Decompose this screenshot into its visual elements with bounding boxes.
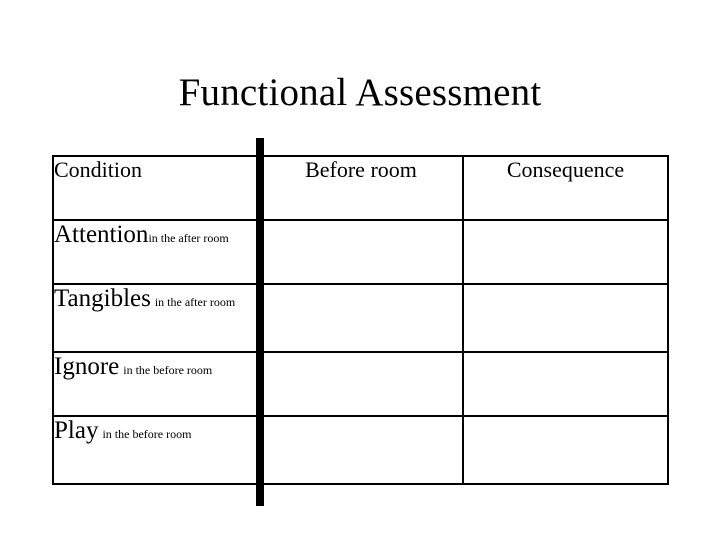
table-row: Play in the before room — [52, 415, 669, 485]
cell-before-room-play[interactable] — [258, 415, 464, 485]
column-header-consequence: Consequence — [462, 155, 669, 221]
cell-condition-play: Play in the before room — [52, 415, 260, 485]
cell-before-room-tangibles[interactable] — [258, 283, 464, 353]
condition-qualifier: in the after room — [148, 231, 229, 245]
functional-assessment-table: Condition Before room Consequence Attent… — [52, 155, 669, 485]
cell-condition-attention: Attentionin the after room — [52, 219, 260, 285]
cell-before-room-ignore[interactable] — [258, 351, 464, 417]
cell-consequence-ignore[interactable] — [462, 351, 669, 417]
cell-before-room-attention[interactable] — [258, 219, 464, 285]
page-title: Functional Assessment — [178, 71, 542, 114]
condition-name: Attention — [54, 221, 149, 248]
condition-name: Ignore — [54, 353, 120, 380]
cell-condition-ignore: Ignore in the before room — [52, 351, 260, 417]
column-header-before-room: Before room — [258, 155, 464, 221]
table-row: Ignore in the before room — [52, 351, 669, 417]
condition-qualifier: in the before room — [123, 363, 213, 377]
condition-name: Tangibles — [54, 285, 151, 312]
cell-consequence-attention[interactable] — [462, 219, 669, 285]
column-divider-bar — [256, 138, 264, 506]
table-row: Attentionin the after room — [52, 219, 669, 285]
cell-condition-tangibles: Tangibles in the after room — [52, 283, 260, 353]
condition-qualifier: in the after room — [154, 295, 236, 309]
cell-consequence-play[interactable] — [462, 415, 669, 485]
table-header-row: Condition Before room Consequence — [52, 155, 669, 221]
condition-qualifier: in the before room — [102, 427, 192, 441]
cell-consequence-tangibles[interactable] — [462, 283, 669, 353]
table-row: Tangibles in the after room — [52, 283, 669, 353]
condition-name: Play — [54, 417, 99, 444]
column-header-condition: Condition — [52, 155, 260, 221]
slide-canvas: Functional Assessment Condition Before r… — [0, 0, 720, 540]
